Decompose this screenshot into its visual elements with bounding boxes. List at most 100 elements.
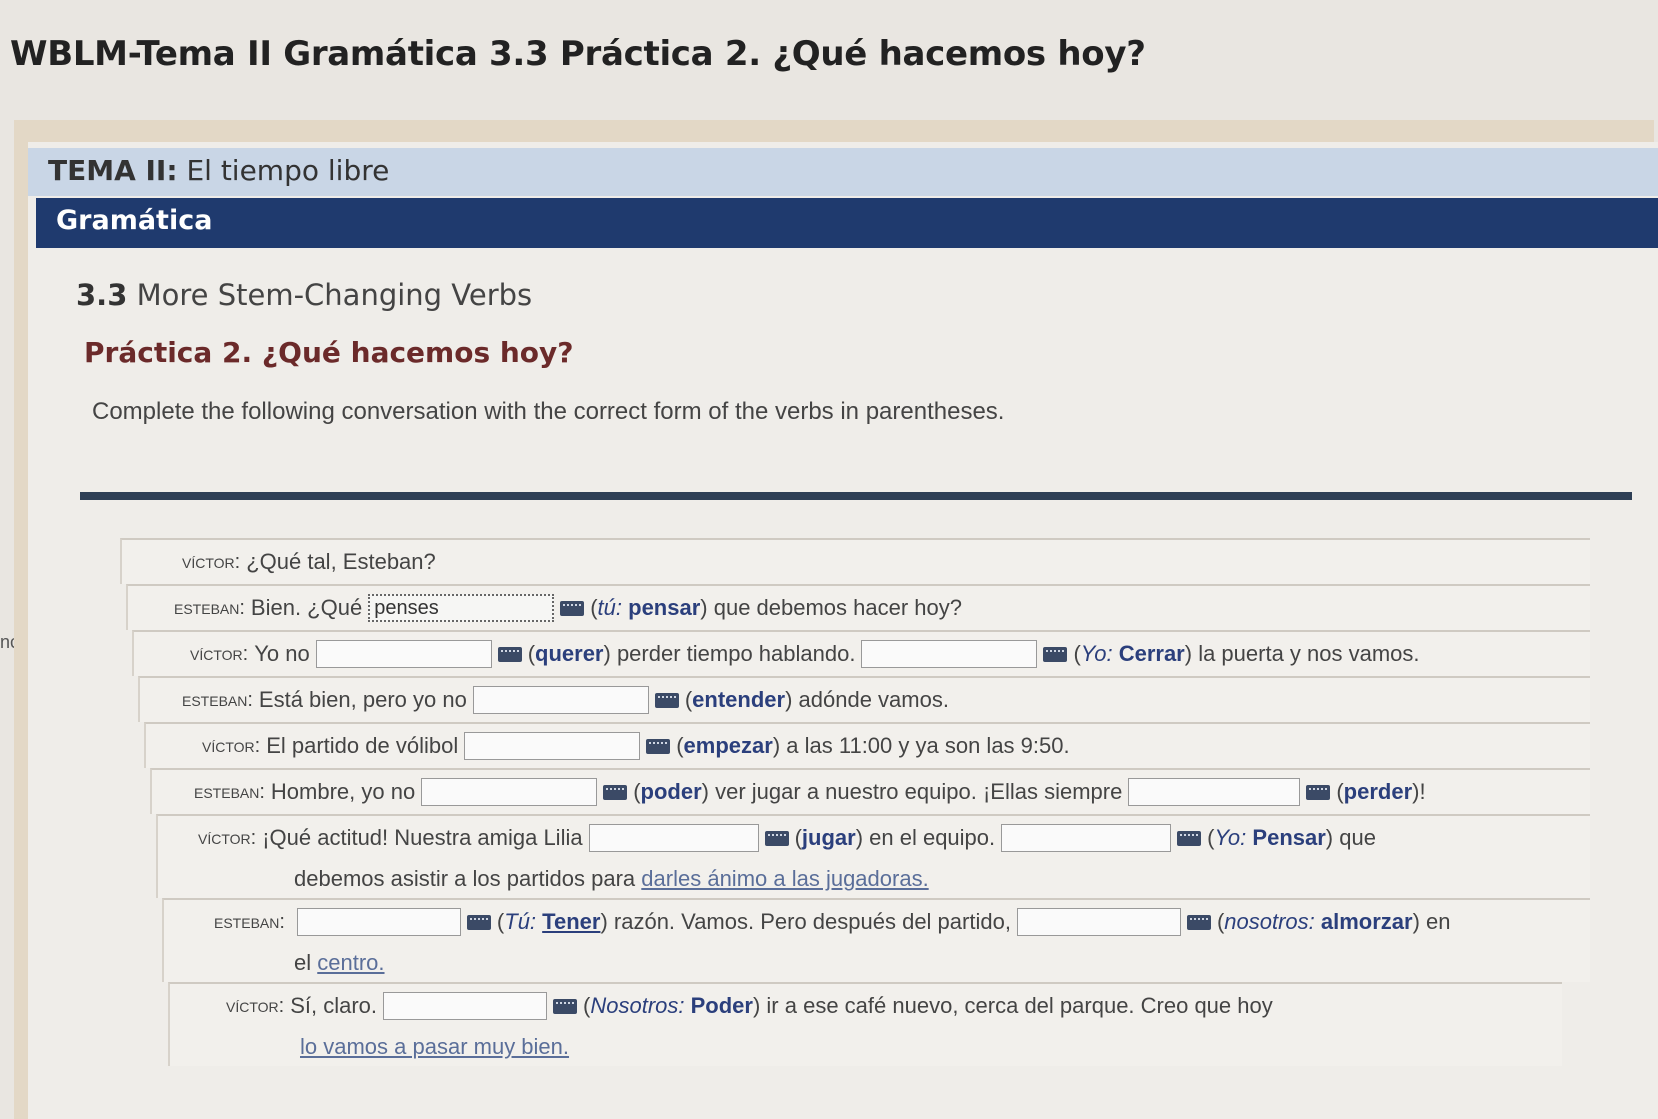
- answer-input-empezar[interactable]: [464, 732, 641, 760]
- answer-input-perder[interactable]: [1128, 778, 1301, 806]
- line-text: )!: [1412, 779, 1426, 804]
- hint-verb: empezar: [683, 733, 773, 758]
- keyboard-icon[interactable]: [560, 600, 585, 616]
- hint-verb: jugar: [801, 825, 856, 850]
- speaker-label: Esteban:: [194, 780, 265, 803]
- line-text: Está bien, pero yo no: [258, 687, 467, 712]
- line-text: ¿Qué tal, Esteban?: [246, 549, 436, 574]
- answer-input-poder[interactable]: [421, 778, 598, 806]
- hint-subject: tú:: [597, 595, 622, 620]
- line-text: El partido de vólibol: [266, 733, 459, 758]
- hint-verb: almorzar: [1320, 909, 1413, 934]
- divider: [80, 492, 1632, 500]
- section-bar: Gramática: [36, 198, 1658, 248]
- line-text: Bien. ¿Qué: [250, 595, 363, 620]
- line-text: ) que debemos hacer hoy?: [700, 595, 963, 620]
- hint-open: (: [583, 993, 591, 1018]
- line-text: Sí, claro.: [290, 993, 378, 1018]
- section-heading: 3.3 More Stem-Changing Verbs: [76, 278, 532, 312]
- line-text: ) la puerta y nos vamos.: [1184, 641, 1420, 666]
- keyboard-icon[interactable]: [553, 998, 578, 1014]
- conversation-line-6: Esteban: Hombre, yo no (poder) ver jugar…: [150, 768, 1590, 814]
- glossary-link[interactable]: darles ánimo a las jugadoras.: [641, 866, 928, 892]
- line-text: ) ir a ese café nuevo, cerca del parque.…: [752, 993, 1273, 1018]
- conversation-line-9: Víctor: Sí, claro. (Nosotros: Poder) ir …: [168, 982, 1562, 1066]
- tema-title: El tiempo libre: [186, 154, 390, 187]
- answer-input-poder-nosotros[interactable]: [383, 992, 548, 1020]
- answer-input-almorzar[interactable]: [1016, 908, 1181, 936]
- hint-subject: Yo:: [1214, 825, 1247, 850]
- conversation-line-3: Víctor: Yo no (querer) perder tiempo hab…: [132, 630, 1590, 676]
- line-text: ) en: [1412, 909, 1451, 934]
- hint-open: (: [590, 595, 598, 620]
- speaker-label: Víctor:: [198, 826, 257, 849]
- practice-title: Práctica 2. ¿Qué hacemos hoy?: [84, 336, 574, 369]
- line-text: el: [294, 950, 312, 975]
- line-text: debemos asistir a los partidos para: [294, 866, 636, 891]
- keyboard-icon[interactable]: [497, 646, 522, 662]
- hint-subject: Tú:: [504, 909, 537, 934]
- speaker-label: Esteban:: [182, 688, 253, 711]
- keyboard-icon[interactable]: [1177, 830, 1202, 846]
- keyboard-icon[interactable]: [603, 784, 628, 800]
- answer-input-cerrar[interactable]: [861, 640, 1038, 668]
- hint-subject: Nosotros:: [590, 993, 685, 1018]
- hint-verb: Pensar: [1252, 825, 1326, 850]
- hint-verb: poder: [640, 779, 702, 804]
- speaker-label: Víctor:: [182, 550, 241, 573]
- conversation-line-7: Víctor: ¡Qué actitud! Nuestra amiga Lili…: [156, 814, 1590, 898]
- answer-input-querer[interactable]: [315, 640, 492, 668]
- hint-open: (: [1216, 909, 1225, 934]
- speaker-label: Esteban:: [214, 910, 285, 933]
- hint-open: (: [794, 825, 802, 850]
- line-text: ) razón. Vamos. Pero después del partido…: [600, 909, 1011, 934]
- page-title: WBLM-Tema II Gramática 3.3 Práctica 2. ¿…: [10, 34, 1146, 74]
- keyboard-icon[interactable]: [466, 914, 491, 930]
- line-text: ) a las 11:00 y ya son las 9:50.: [772, 733, 1070, 758]
- answer-input-pensar-yo[interactable]: [1001, 824, 1172, 852]
- hint-open: (: [1073, 641, 1081, 666]
- conversation: Víctor: ¿Qué tal, Esteban? Esteban: Bien…: [120, 538, 1590, 1066]
- hint-verb: Tener: [542, 909, 601, 934]
- answer-input-tener[interactable]: [296, 908, 461, 936]
- hint-verb: entender: [692, 687, 786, 712]
- hint-open: (: [684, 687, 693, 712]
- answer-input-pensar[interactable]: [368, 594, 555, 622]
- hint-verb: querer: [535, 641, 604, 666]
- line-text: ) perder tiempo hablando.: [603, 641, 856, 666]
- speaker-label: Víctor:: [226, 994, 285, 1017]
- conversation-line-5: Víctor: El partido de vólibol (empezar) …: [144, 722, 1590, 768]
- line-text: Yo no: [254, 641, 310, 666]
- keyboard-icon[interactable]: [764, 830, 789, 846]
- hint-open: (: [676, 733, 684, 758]
- answer-input-entender[interactable]: [472, 686, 649, 714]
- hint-verb: perder: [1343, 779, 1413, 804]
- conversation-line-4: Esteban: Está bien, pero yo no (entender…: [138, 676, 1590, 722]
- hint-open: (: [496, 909, 505, 934]
- speaker-label: Esteban:: [174, 596, 245, 619]
- glossary-link[interactable]: centro.: [317, 950, 384, 976]
- hint-open: (: [1207, 825, 1215, 850]
- glossary-link[interactable]: lo vamos a pasar muy bien.: [300, 1034, 569, 1060]
- line-text: ) ver jugar a nuestro equipo. ¡Ellas sie…: [701, 779, 1123, 804]
- line-text: ¡Qué actitud! Nuestra amiga Lilia: [262, 825, 583, 850]
- keyboard-icon[interactable]: [1186, 914, 1211, 930]
- conversation-line-8: Esteban: (Tú: Tener) razón. Vamos. Pero …: [162, 898, 1590, 982]
- tema-bar: TEMA II: El tiempo libre: [28, 148, 1658, 196]
- hint-verb: Cerrar: [1118, 641, 1185, 666]
- conversation-line-1: Víctor: ¿Qué tal, Esteban?: [120, 538, 1590, 584]
- hint-open: (: [633, 779, 641, 804]
- keyboard-icon[interactable]: [1043, 646, 1068, 662]
- answer-input-jugar[interactable]: [588, 824, 759, 852]
- keyboard-icon[interactable]: [646, 738, 671, 754]
- speaker-label: Víctor:: [202, 734, 261, 757]
- hint-open: (: [527, 641, 536, 666]
- hint-verb: pensar: [628, 595, 701, 620]
- keyboard-icon[interactable]: [654, 692, 679, 708]
- section-number: 3.3: [76, 278, 128, 312]
- hint-open: (: [1336, 779, 1344, 804]
- section-title: More Stem-Changing Verbs: [136, 278, 533, 312]
- conversation-line-2: Esteban: Bien. ¿Qué (tú: pensar) que deb…: [126, 584, 1590, 630]
- line-text: ) en el equipo.: [855, 825, 996, 850]
- keyboard-icon[interactable]: [1306, 784, 1331, 800]
